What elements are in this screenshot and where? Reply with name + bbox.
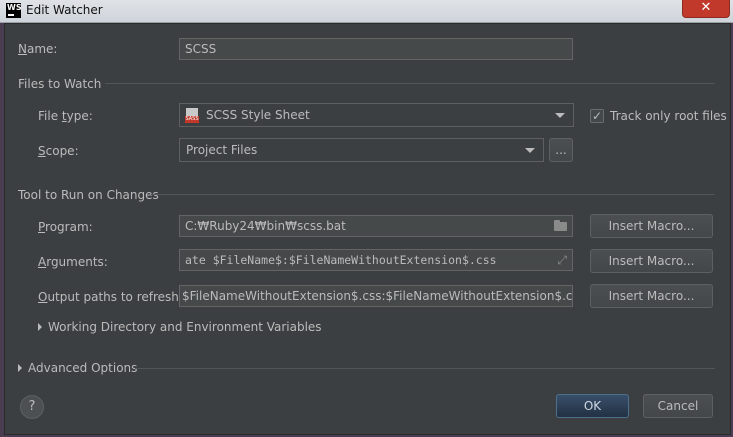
cancel-button[interactable]: Cancel (643, 394, 713, 418)
expand-icon[interactable]: ⤢ (557, 254, 567, 266)
expand-advanced-icon[interactable] (18, 364, 22, 372)
track-root-label: Track only root files (610, 109, 727, 123)
expand-working-dir-icon[interactable] (38, 323, 42, 331)
program-value: C:₩Ruby24₩bin₩scss.bat (185, 219, 346, 233)
file-type-value: SCSS Style Sheet (206, 108, 310, 122)
scope-label: Scope: (38, 144, 79, 158)
arguments-insert-macro-button[interactable]: Insert Macro... (590, 249, 713, 273)
files-to-watch-title: Files to Watch (18, 77, 102, 91)
help-button[interactable]: ? (20, 395, 44, 419)
ok-button[interactable]: OK (556, 394, 629, 418)
working-dir-toggle[interactable]: Working Directory and Environment Variab… (48, 320, 322, 334)
name-input[interactable]: SCSS (179, 38, 573, 60)
window-title: Edit Watcher (26, 3, 103, 17)
output-paths-input[interactable]: $FileNameWithoutExtension$.css:$FileName… (179, 285, 573, 307)
advanced-options-divider (135, 368, 715, 369)
program-insert-macro-button[interactable]: Insert Macro... (590, 214, 713, 238)
webstorm-logo-icon: WS (6, 3, 22, 18)
file-type-select[interactable]: SASS SCSS Style Sheet (179, 103, 574, 127)
scope-value: Project Files (186, 143, 258, 157)
chevron-down-icon (555, 113, 565, 118)
tool-to-run-divider (151, 194, 715, 195)
arguments-label: Arguments: (38, 255, 108, 269)
arguments-input[interactable]: ate $FileName$:$FileNameWithoutExtension… (179, 249, 573, 271)
scope-select[interactable]: Project Files (179, 138, 544, 162)
scope-browse-button[interactable]: ... (549, 138, 573, 162)
edit-watcher-window: WS Edit Watcher ✕ Name: SCSS Files to Wa… (0, 0, 733, 437)
output-paths-label: Output paths to refresh: (38, 290, 183, 304)
sass-file-icon: SASS (185, 107, 200, 124)
arguments-value: ate $FileName$:$FileNameWithoutExtension… (185, 253, 497, 267)
title-bar: WS Edit Watcher ✕ (0, 0, 733, 23)
output-paths-insert-macro-button[interactable]: Insert Macro... (590, 284, 713, 308)
chevron-down-icon (525, 148, 535, 153)
tool-to-run-title: Tool to Run on Changes (18, 188, 159, 202)
advanced-options-toggle[interactable]: Advanced Options (28, 361, 137, 375)
track-root-checkbox[interactable]: ✓ (590, 109, 604, 123)
folder-icon[interactable] (554, 220, 567, 231)
close-button[interactable]: ✕ (682, 0, 730, 18)
dialog-body: Name: SCSS Files to Watch File type: SAS… (4, 23, 731, 435)
program-input[interactable]: C:₩Ruby24₩bin₩scss.bat (179, 215, 573, 237)
name-label: Name: (18, 42, 58, 56)
file-type-label: File type: (38, 109, 93, 123)
files-to-watch-divider (105, 83, 715, 84)
program-label: Program: (38, 220, 93, 234)
